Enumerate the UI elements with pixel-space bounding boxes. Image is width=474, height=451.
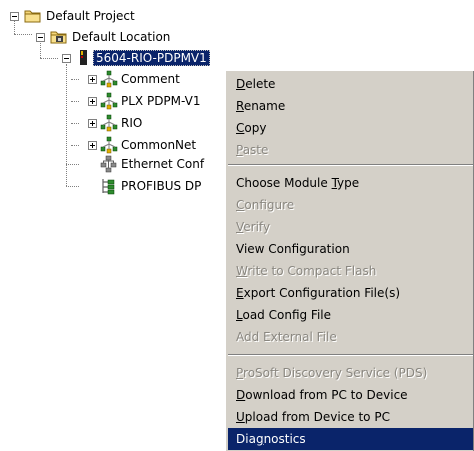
folder-icon (24, 8, 42, 28)
expand-toggle[interactable] (88, 75, 97, 84)
network-node-icon (100, 70, 118, 93)
collapse-toggle[interactable] (62, 54, 71, 63)
module-icon (78, 49, 90, 71)
tree-node-label-selected: 5604-RIO-PDPMV1 (93, 50, 210, 66)
menu-item-download-to-device[interactable]: Download from PC to Device (228, 384, 473, 406)
menu-item-verify[interactable]: Verify (228, 216, 473, 238)
network-node-icon (100, 114, 118, 137)
tree-node-label: RIO (121, 116, 143, 130)
menu-item-configure[interactable]: Configure (228, 194, 473, 216)
menu-item-delete[interactable]: Delete (228, 73, 473, 95)
menu-separator (228, 354, 473, 356)
expand-toggle[interactable] (88, 141, 97, 150)
menu-separator (228, 164, 473, 166)
tree-node-module[interactable]: 5604-RIO-PDPMV1 (0, 49, 240, 67)
profibus-icon (100, 177, 118, 195)
tree-node-location[interactable]: Default Location (0, 28, 220, 46)
tree-node-label: PROFIBUS DP (121, 179, 202, 193)
menu-item-add-external-file[interactable]: Add External File (228, 326, 473, 348)
menu-item-prosoft-discovery[interactable]: ProSoft Discovery Service (PDS) (228, 362, 473, 384)
collapse-toggle[interactable] (36, 33, 45, 42)
tree-node-ethernet-config[interactable]: Ethernet Conf (0, 155, 225, 173)
tree-node-label: CommonNet (121, 138, 197, 152)
menu-item-export-config[interactable]: Export Configuration File(s) (228, 282, 473, 304)
menu-item-copy[interactable]: Copy (228, 117, 473, 139)
menu-item-upload-from-device[interactable]: Upload from Device to PC (228, 406, 473, 428)
tree-node-label: Ethernet Conf (121, 157, 205, 171)
menu-item-rename[interactable]: Rename (228, 95, 473, 117)
location-folder-icon (50, 29, 68, 49)
expand-toggle[interactable] (88, 119, 97, 128)
menu-item-choose-module-type[interactable]: Choose Module Type (228, 172, 473, 194)
tree-node-project[interactable]: Default Project (0, 7, 200, 25)
menu-item-diagnostics[interactable]: Diagnostics (228, 428, 473, 450)
tree-node-rio[interactable]: RIO (0, 114, 160, 132)
menu-item-paste[interactable]: Paste (228, 139, 473, 161)
menu-item-load-config[interactable]: Load Config File (228, 304, 473, 326)
context-menu: Delete Rename Copy Paste Choose Module T… (225, 70, 474, 451)
tree-node-commonnet[interactable]: CommonNet (0, 136, 196, 154)
tree-node-label: Default Project (46, 9, 135, 23)
tree-node-profibus[interactable]: PROFIBUS DP (0, 177, 225, 195)
tree-node-label: PLX PDPM-V1 (121, 94, 201, 108)
network-node-icon (100, 92, 118, 115)
tree-node-comment[interactable]: Comment (0, 70, 180, 88)
menu-item-view-configuration[interactable]: View Configuration (228, 238, 473, 260)
menu-item-write-compact-flash[interactable]: Write to Compact Flash (228, 260, 473, 282)
tree-node-label: Default Location (72, 30, 171, 44)
collapse-toggle[interactable] (10, 12, 19, 21)
tree-node-plx-pdpm[interactable]: PLX PDPM-V1 (0, 92, 201, 110)
ethernet-config-icon (100, 155, 118, 173)
tree-node-label: Comment (121, 72, 180, 86)
expand-toggle[interactable] (88, 97, 97, 106)
